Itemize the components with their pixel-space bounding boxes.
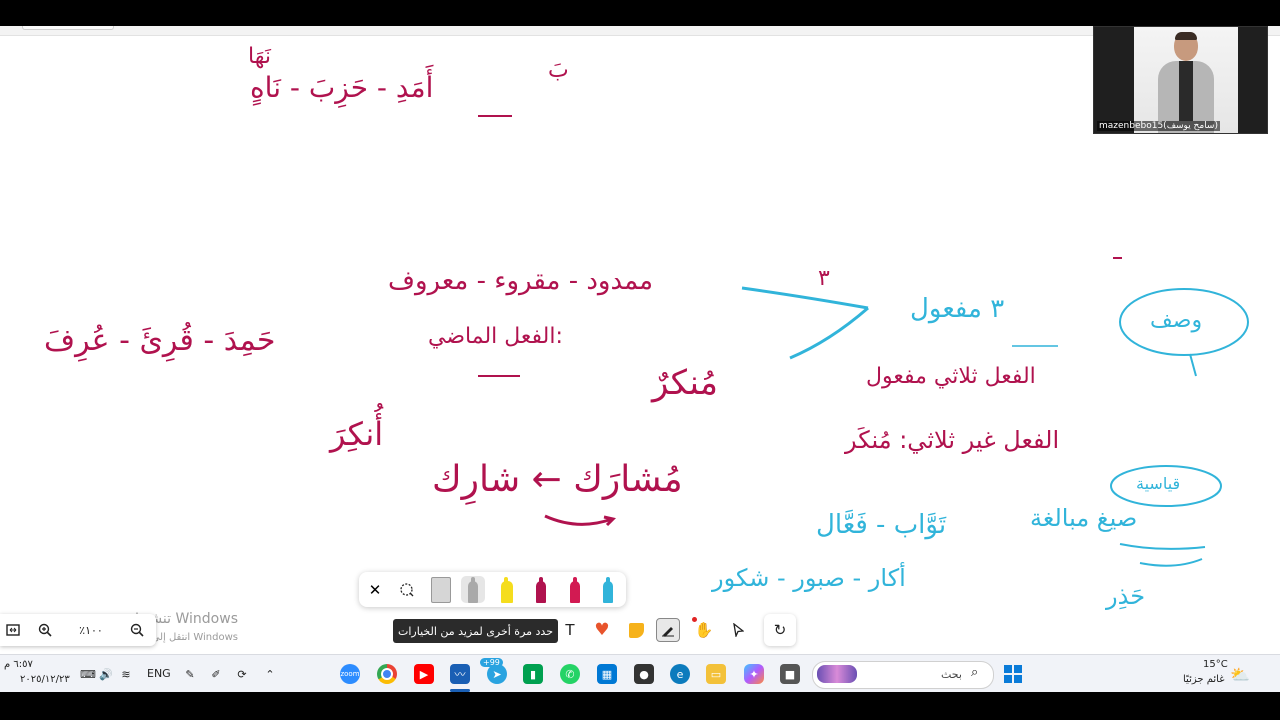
copilot-icon[interactable]: ✦	[744, 664, 764, 684]
handwriting-past-verb: الفعل الماضي:	[428, 324, 563, 349]
meet-now-icon[interactable]: ⌨	[78, 664, 98, 684]
handwriting-line-3: حَمِدَ - قُرِئَ - عُرِفَ	[44, 323, 276, 358]
chevron-up-icon[interactable]: ⌃	[260, 664, 280, 684]
weather-description[interactable]: غائم جزئيًا	[1183, 674, 1224, 685]
pen-palette: ✕	[359, 572, 626, 607]
redo-icon[interactable]: ↻	[764, 614, 796, 646]
bottom-black-bar	[0, 692, 1280, 720]
app-icon-gray[interactable]: ■	[780, 664, 800, 684]
text-tool-icon[interactable]: T	[558, 618, 582, 642]
windows-start-icon[interactable]	[1003, 664, 1023, 684]
whatsapp-icon[interactable]: ✆	[560, 664, 580, 684]
bracket-stroke-top	[741, 286, 869, 310]
pen-menu-icon[interactable]: ✎	[180, 664, 200, 684]
pointer-icon[interactable]	[726, 618, 750, 642]
zoom-in-icon[interactable]	[34, 620, 56, 640]
pen-cyan-icon[interactable]	[596, 576, 620, 603]
handwriting-nahaa: نَهَا	[248, 44, 271, 69]
top-black-bar	[0, 0, 1280, 26]
handwriting-ghayr-thulathi: الفعل غير ثلاثي: مُنكَر	[845, 426, 1060, 454]
zoom-level[interactable]: ٪١٠٠	[72, 620, 110, 640]
edge-icon[interactable]: e	[670, 664, 690, 684]
handwriting-tawwab: تَوَّاب - فَعَّال	[816, 510, 947, 540]
search-highlight-icon	[817, 665, 857, 683]
bracket-stroke-bottom	[789, 306, 869, 360]
person-shirt	[1179, 61, 1193, 121]
handwriting-qiyasiya: قياسية	[1136, 474, 1181, 493]
circle-wasf-tail	[1189, 353, 1197, 377]
language-indicator[interactable]: ENG	[147, 667, 171, 680]
handwriting-wasf: وصف	[1150, 308, 1203, 333]
ruler-icon[interactable]	[429, 576, 453, 603]
zoom-out-icon[interactable]	[126, 620, 148, 640]
person-hair	[1175, 32, 1197, 40]
pen-red-icon[interactable]	[563, 576, 587, 603]
sync-icon[interactable]: ⟳	[232, 664, 252, 684]
tooltip-more-options: حدد مرة أخرى لمزيد من الخيارات	[393, 619, 558, 643]
clock-date[interactable]: ٢٠٢٥/١٢/٢٣	[20, 674, 70, 685]
heart-sticker-icon[interactable]: ♥	[590, 618, 614, 642]
windows-taskbar: ٦:٥٧ م ٢٠٢٥/١٢/٢٣ ⌨ 🔊 ≋ ENG ✎ ✐ ⟳ ⌃ zoom…	[0, 654, 1280, 693]
microsoft-store-icon[interactable]: ▦	[597, 664, 617, 684]
app-icon-dark[interactable]: ●	[634, 664, 654, 684]
ink-toolbar: T ♥ ✋	[556, 614, 756, 646]
sticky-note-icon[interactable]	[624, 618, 648, 642]
weather-cloud-sun-icon[interactable]: ⛅	[1230, 664, 1250, 684]
weather-temp[interactable]: 15°C	[1203, 659, 1228, 670]
touch-keyboard-icon[interactable]: ✐	[206, 664, 226, 684]
handwriting-thulathi: الفعل ثلاثي مفعول	[866, 364, 1036, 389]
chrome-icon[interactable]	[377, 664, 397, 684]
fit-to-screen-icon[interactable]	[2, 620, 24, 640]
volume-icon[interactable]: 🔊	[96, 664, 116, 684]
zoom-app-icon[interactable]: zoom	[340, 664, 360, 684]
zoom-controls: ٪١٠٠	[0, 614, 156, 646]
underline-mubalagha-2	[1139, 558, 1203, 567]
google-meet-icon[interactable]: ▮	[523, 664, 543, 684]
close-icon[interactable]: ✕	[363, 576, 387, 603]
handwriting-musharak: مُشارَك ← شارِك	[432, 459, 683, 500]
pen-tool-icon[interactable]	[656, 618, 680, 642]
handwriting-akkar: أكار - صبور - شكور	[712, 564, 906, 592]
whiteboard-app-icon[interactable]: 〰	[450, 664, 470, 684]
eraser-icon[interactable]	[461, 576, 485, 603]
handwriting-mubalagha: صيغ مبالغة	[1030, 504, 1138, 532]
handwriting-hadhir: حَذِر	[1106, 582, 1146, 610]
whiteboard-canvas[interactable]: نَهَا أَمَدِ - حَزِبَ - نَاهٍ بَ ممدود -…	[0, 26, 1280, 654]
handwriting-line-1: أَمَدِ - حَزِبَ - نَاهٍ	[250, 71, 434, 104]
search-placeholder: بحث	[941, 668, 962, 681]
handwriting-munkar-1: مُنكرٌ	[652, 363, 719, 403]
taskbar-search[interactable]: بحث ⌕	[812, 661, 994, 689]
curved-arrow	[544, 514, 613, 526]
telegram-badge: +99	[480, 658, 503, 667]
handwriting-line-2: ممدود - مقروء - معروف	[388, 266, 654, 296]
handwriting-mafoul: ٣ مفعول	[910, 294, 1005, 324]
telegram-icon[interactable]: ➤	[487, 664, 507, 684]
hand-pan-icon[interactable]: ✋	[692, 618, 716, 642]
file-explorer-icon[interactable]: ▭	[706, 664, 726, 684]
youtube-icon[interactable]: ▶	[414, 664, 434, 684]
participant-name: mazenbebo15(سامح يوسف)	[1097, 121, 1220, 131]
wifi-icon[interactable]: ≋	[116, 664, 136, 684]
search-icon: ⌕	[971, 665, 979, 680]
clock-time[interactable]: ٦:٥٧ م	[4, 659, 33, 670]
handwriting-three: ٣	[818, 266, 830, 291]
underline-mubalagha	[1119, 543, 1206, 550]
video-feed	[1134, 27, 1238, 133]
highlighter-yellow-icon[interactable]	[495, 576, 519, 603]
pen-magenta-icon[interactable]	[529, 576, 553, 603]
handwriting-unkira: أُنكِرَ	[330, 415, 384, 453]
handwriting-ba: بَ	[548, 58, 569, 83]
lasso-select-icon[interactable]	[395, 576, 419, 603]
participant-video[interactable]: mazenbebo15(سامح يوسف)	[1093, 26, 1268, 134]
